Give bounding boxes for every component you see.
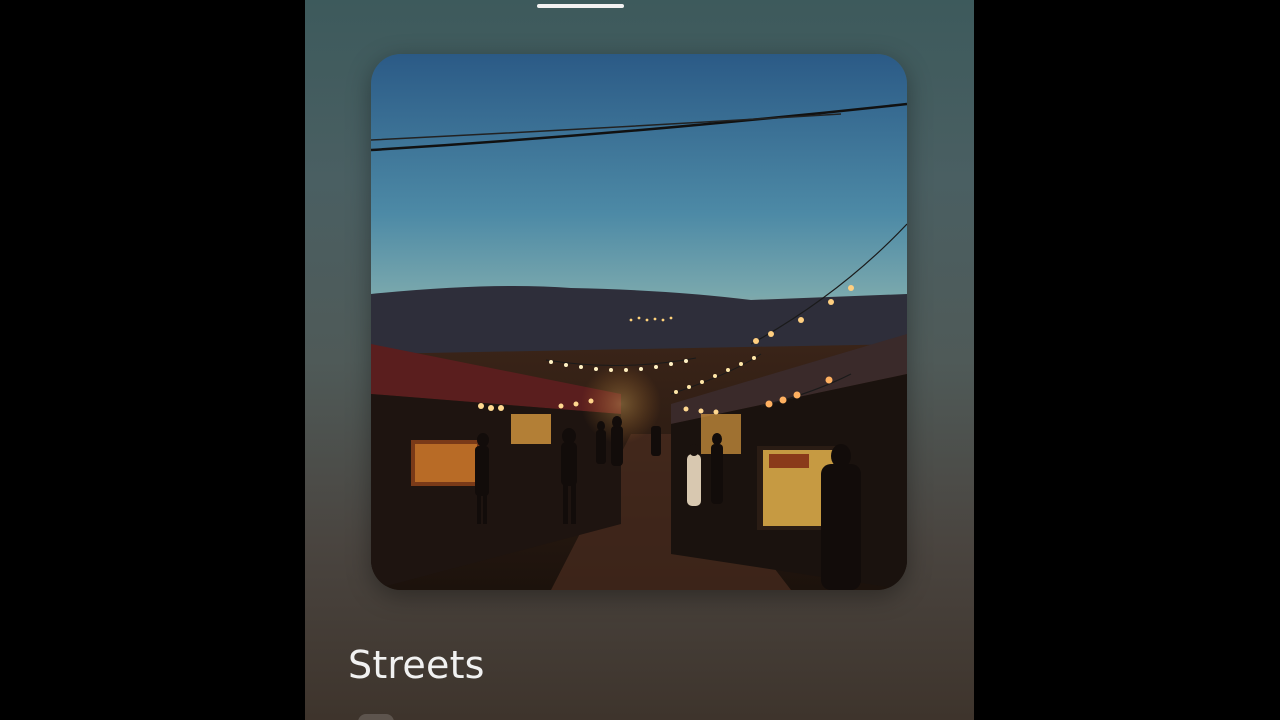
chip-button[interactable] bbox=[358, 714, 394, 720]
subtitle-row bbox=[348, 702, 394, 720]
drag-handle[interactable] bbox=[537, 4, 624, 8]
album-artwork-image bbox=[371, 54, 907, 590]
track-title: Streets bbox=[348, 643, 485, 687]
now-playing-sheet: Streets bbox=[305, 0, 974, 720]
album-artwork[interactable] bbox=[371, 54, 907, 590]
video-frame: Streets bbox=[0, 0, 1280, 720]
